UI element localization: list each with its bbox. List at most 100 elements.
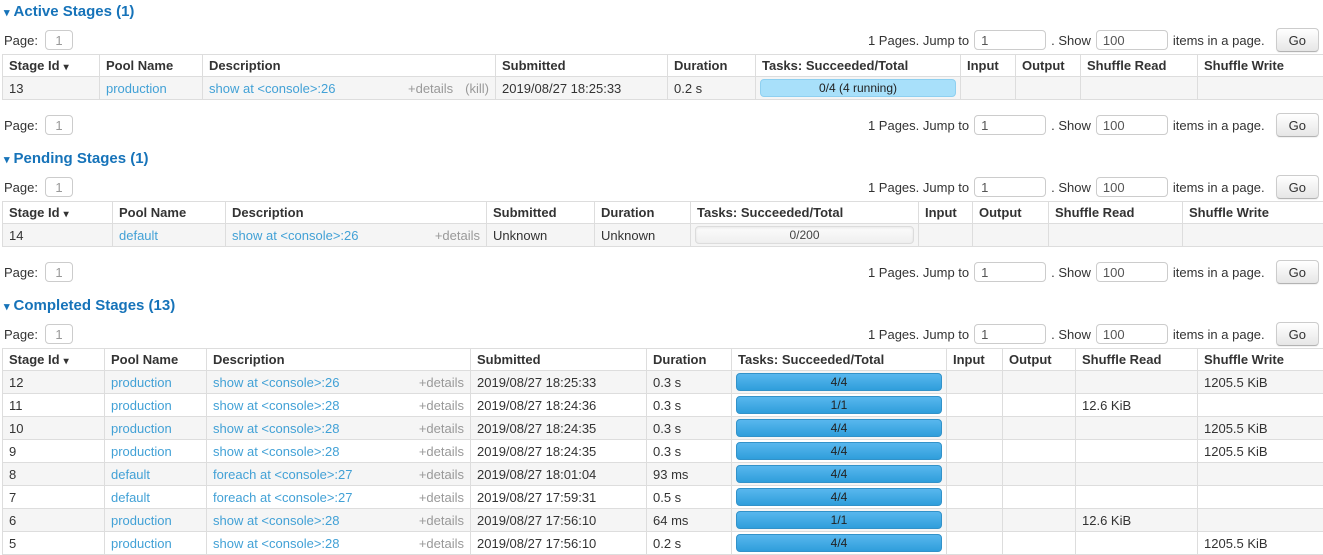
col-output[interactable]: Output — [1016, 55, 1081, 77]
cell-shuffle-write: 1205.5 KiB — [1198, 371, 1323, 394]
pool-link[interactable]: production — [111, 398, 172, 413]
jump-to-page-input[interactable] — [974, 30, 1046, 50]
details-link[interactable]: +details — [419, 398, 464, 413]
cell-duration: 0.3 s — [647, 371, 732, 394]
col-submitted[interactable]: Submitted — [487, 202, 595, 224]
pool-link[interactable]: default — [119, 228, 158, 243]
description-link[interactable]: show at <console>:26 — [209, 81, 335, 96]
pool-link[interactable]: default — [111, 467, 150, 482]
col-duration[interactable]: Duration — [595, 202, 691, 224]
cell-shuffle-read: 12.6 KiB — [1076, 509, 1198, 532]
col-pool-name[interactable]: Pool Name — [105, 349, 207, 371]
col-shuffle-read[interactable]: Shuffle Read — [1049, 202, 1183, 224]
col-shuffle-read[interactable]: Shuffle Read — [1076, 349, 1198, 371]
cell-description: show at <console>:28 +details — [207, 532, 471, 555]
pool-link[interactable]: production — [111, 513, 172, 528]
pool-link[interactable]: default — [111, 490, 150, 505]
description-link[interactable]: show at <console>:28 — [213, 536, 339, 551]
page-number-input[interactable] — [45, 30, 73, 50]
details-link[interactable]: +details — [419, 490, 464, 505]
details-link[interactable]: +details — [419, 444, 464, 459]
col-input[interactable]: Input — [919, 202, 973, 224]
description-link[interactable]: show at <console>:26 — [213, 375, 339, 390]
pool-link[interactable]: production — [111, 444, 172, 459]
page-number-input[interactable] — [45, 177, 73, 197]
go-button[interactable]: Go — [1276, 28, 1319, 52]
page-number-input[interactable] — [45, 324, 73, 344]
items-per-page-input[interactable] — [1096, 324, 1168, 344]
page-number-input[interactable] — [45, 262, 73, 282]
col-shuffle-read[interactable]: Shuffle Read — [1081, 55, 1198, 77]
col-shuffle-write[interactable]: Shuffle Write — [1198, 55, 1323, 77]
go-button[interactable]: Go — [1276, 322, 1319, 346]
col-shuffle-write[interactable]: Shuffle Write — [1198, 349, 1323, 371]
cell-input — [947, 440, 1003, 463]
cell-shuffle-read: 12.6 KiB — [1076, 394, 1198, 417]
page-number-input[interactable] — [45, 115, 73, 135]
col-shuffle-write[interactable]: Shuffle Write — [1183, 202, 1323, 224]
items-per-page-input[interactable] — [1096, 30, 1168, 50]
go-button[interactable]: Go — [1276, 113, 1319, 137]
description-link[interactable]: show at <console>:26 — [232, 228, 358, 243]
details-link[interactable]: +details — [419, 513, 464, 528]
jump-to-page-input[interactable] — [974, 262, 1046, 282]
pool-link[interactable]: production — [106, 81, 167, 96]
details-link[interactable]: +details — [419, 536, 464, 551]
col-input[interactable]: Input — [947, 349, 1003, 371]
cell-shuffle-read — [1049, 224, 1183, 247]
cell-shuffle-write — [1198, 463, 1323, 486]
col-tasks[interactable]: Tasks: Succeeded/Total — [732, 349, 947, 371]
pending-stages-header[interactable]: ▾Pending Stages (1) — [4, 150, 1321, 169]
show-text: . Show — [1051, 327, 1091, 342]
cell-shuffle-read — [1076, 440, 1198, 463]
col-input[interactable]: Input — [961, 55, 1016, 77]
col-duration[interactable]: Duration — [647, 349, 732, 371]
col-description[interactable]: Description — [226, 202, 487, 224]
description-link[interactable]: foreach at <console>:27 — [213, 490, 353, 505]
table-row: 13 production show at <console>:26+detai… — [3, 77, 1323, 100]
items-per-page-input[interactable] — [1096, 262, 1168, 282]
pool-link[interactable]: production — [111, 375, 172, 390]
col-tasks[interactable]: Tasks: Succeeded/Total — [756, 55, 961, 77]
description-link[interactable]: show at <console>:28 — [213, 513, 339, 528]
jump-to-page-input[interactable] — [974, 324, 1046, 344]
description-link[interactable]: show at <console>:28 — [213, 444, 339, 459]
cell-pool-name: production — [100, 77, 203, 100]
col-submitted[interactable]: Submitted — [471, 349, 647, 371]
cell-description: show at <console>:26 +details — [207, 371, 471, 394]
col-duration[interactable]: Duration — [668, 55, 756, 77]
details-link[interactable]: +details — [408, 81, 453, 96]
col-submitted[interactable]: Submitted — [496, 55, 668, 77]
col-output[interactable]: Output — [1003, 349, 1076, 371]
items-per-page-input[interactable] — [1096, 177, 1168, 197]
col-description[interactable]: Description — [207, 349, 471, 371]
kill-link[interactable]: (kill) — [465, 81, 489, 96]
pool-link[interactable]: production — [111, 421, 172, 436]
details-link[interactable]: +details — [435, 228, 480, 243]
details-link[interactable]: +details — [419, 421, 464, 436]
col-stage-id[interactable]: Stage Id▾ — [3, 349, 105, 371]
cell-tasks: 1/1 — [732, 509, 947, 532]
jump-to-page-input[interactable] — [974, 177, 1046, 197]
active-stages-header[interactable]: ▾Active Stages (1) — [4, 3, 1321, 22]
col-stage-id[interactable]: Stage Id▾ — [3, 55, 100, 77]
col-tasks[interactable]: Tasks: Succeeded/Total — [691, 202, 919, 224]
go-button[interactable]: Go — [1276, 175, 1319, 199]
col-output[interactable]: Output — [973, 202, 1049, 224]
col-description[interactable]: Description — [203, 55, 496, 77]
description-link[interactable]: show at <console>:28 — [213, 421, 339, 436]
items-per-page-input[interactable] — [1096, 115, 1168, 135]
completed-stages-header[interactable]: ▾Completed Stages (13) — [4, 297, 1321, 316]
items-text: items in a page. — [1173, 327, 1265, 342]
col-stage-id[interactable]: Stage Id▾ — [3, 202, 113, 224]
description-link[interactable]: show at <console>:28 — [213, 398, 339, 413]
pool-link[interactable]: production — [111, 536, 172, 551]
jump-to-page-input[interactable] — [974, 115, 1046, 135]
details-link[interactable]: +details — [419, 375, 464, 390]
go-button[interactable]: Go — [1276, 260, 1319, 284]
col-pool-name[interactable]: Pool Name — [100, 55, 203, 77]
description-link[interactable]: foreach at <console>:27 — [213, 467, 353, 482]
col-pool-name[interactable]: Pool Name — [113, 202, 226, 224]
details-link[interactable]: +details — [419, 467, 464, 482]
cell-pool-name: production — [105, 394, 207, 417]
